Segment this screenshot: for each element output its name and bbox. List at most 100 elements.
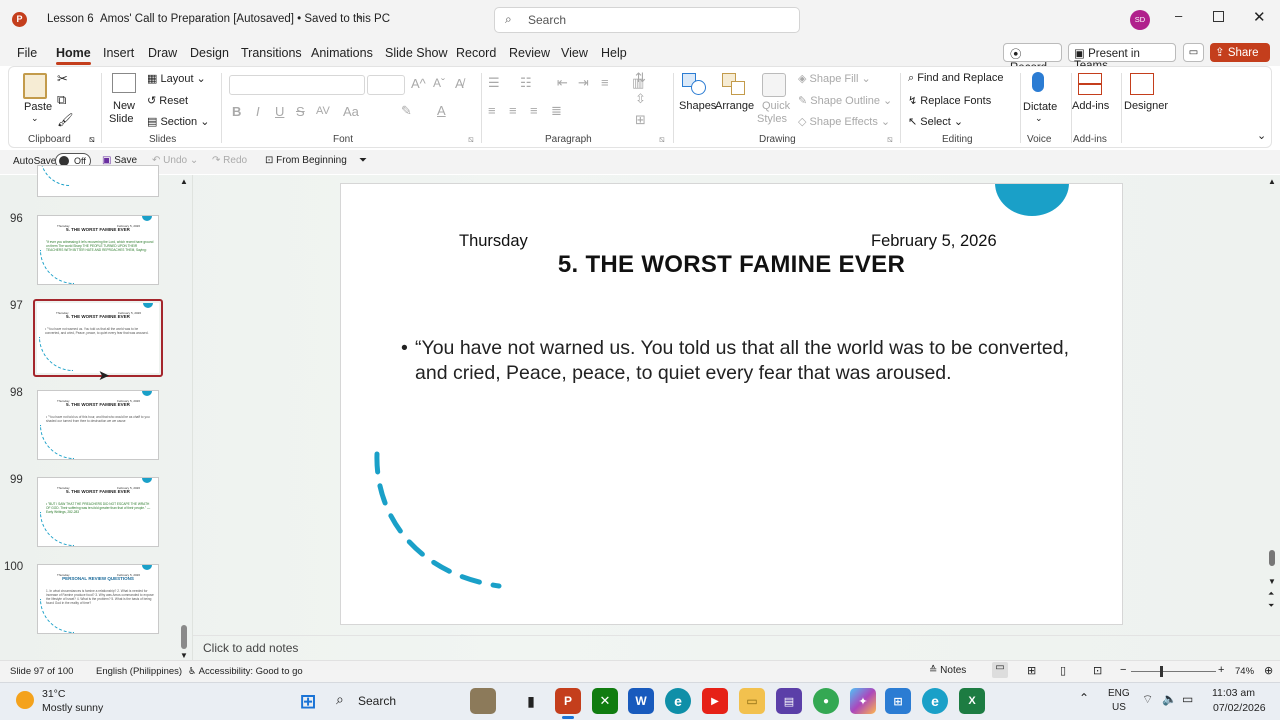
start-icon[interactable]: ⊞ <box>295 688 321 714</box>
file-title[interactable]: Amos' Call to Preparation [Autosaved] • … <box>100 13 390 25</box>
tab-draw[interactable]: Draw <box>148 46 177 60</box>
file-explorer-icon[interactable]: ▭ <box>739 688 765 714</box>
shrink-font-icon[interactable]: Aˇ <box>433 76 445 90</box>
dictate-chevron-icon[interactable]: ⌄ <box>1035 113 1043 124</box>
shapes-icon[interactable] <box>682 73 708 97</box>
slide-date[interactable]: February 5, 2026 <box>871 232 997 251</box>
title-chevron-icon[interactable]: ⌄ <box>356 11 364 22</box>
align-right-icon[interactable]: ≡ <box>530 103 538 118</box>
clock-date[interactable]: 07/02/2026 <box>1213 702 1266 714</box>
replace-fonts-button[interactable]: ↯ Replace Fonts <box>908 94 991 107</box>
zoom-slider[interactable] <box>1131 666 1216 677</box>
shapes-button[interactable]: Shapes <box>679 100 716 112</box>
smartart-icon[interactable]: ⊞ <box>635 112 646 128</box>
record-button[interactable]: ⦿ Record <box>1003 43 1062 74</box>
close-icon[interactable]: ✕ <box>1253 8 1266 26</box>
shape-effects-button[interactable]: ◇ Shape Effects ⌄ <box>798 115 890 128</box>
youtube-icon[interactable]: ▶ <box>702 688 728 714</box>
tab-animations[interactable]: Animations <box>311 46 373 60</box>
thumbnail-scrollbar[interactable]: ▲ ▼ <box>179 177 189 660</box>
pane-divider[interactable] <box>192 175 193 660</box>
slide-title[interactable]: 5. THE WORST FAMINE EVER <box>341 251 1122 279</box>
volume-icon[interactable]: 🔈 <box>1162 692 1177 706</box>
align-text-icon[interactable]: ⇳ <box>635 91 646 107</box>
character-spacing-button[interactable]: AV <box>316 105 330 117</box>
zoom-in-icon[interactable]: + <box>1218 664 1224 676</box>
store-icon[interactable]: ⊞ <box>885 688 911 714</box>
dictate-button[interactable]: Dictate <box>1023 101 1057 113</box>
layout-button[interactable]: ▦ Layout ⌄ <box>147 72 206 85</box>
tab-view[interactable]: View <box>561 46 588 60</box>
numbering-icon[interactable]: ☷ <box>520 75 532 91</box>
tab-file[interactable]: File <box>17 46 37 60</box>
tab-review[interactable]: Review <box>509 46 550 60</box>
drawing-launcher-icon[interactable]: ⧅ <box>887 134 893 145</box>
present-in-teams-button[interactable]: ▣ Present in Teams <box>1068 43 1176 72</box>
addins-icon[interactable] <box>1078 73 1102 95</box>
font-launcher-icon[interactable]: ⧅ <box>468 134 474 145</box>
designer-button[interactable]: Designer <box>1124 100 1168 112</box>
taskbar-search[interactable]: ⌕ Search <box>330 690 445 712</box>
align-left-icon[interactable]: ≡ <box>488 103 496 118</box>
bullets-icon[interactable]: ☰ <box>488 75 500 91</box>
powerpoint-taskbar-icon[interactable]: P <box>555 688 581 714</box>
clipboard-launcher-icon[interactable]: ⧅ <box>89 134 95 145</box>
share-button[interactable]: ⇪ Share ⌄ <box>1210 43 1270 73</box>
line-spacing-icon[interactable]: ≡ <box>601 75 609 90</box>
copilot-icon[interactable]: ✦ <box>850 688 876 714</box>
cut-icon[interactable]: ✂ <box>57 71 68 87</box>
notes-toggle[interactable]: ≙ Notes <box>929 665 966 676</box>
microphone-icon[interactable] <box>1032 72 1044 92</box>
slide-thumbnail-partial[interactable] <box>37 165 159 197</box>
task-view-icon[interactable]: ▮ <box>518 688 544 714</box>
tab-insert[interactable]: Insert <box>103 46 134 60</box>
section-button[interactable]: ▤ Section ⌄ <box>147 115 209 128</box>
quick-styles-button[interactable]: Quick <box>762 100 790 112</box>
justify-icon[interactable]: ≣ <box>551 103 562 119</box>
tab-home[interactable]: Home <box>56 46 91 65</box>
paste-icon[interactable] <box>23 73 47 99</box>
next-slide-icon[interactable]: ⏷ <box>1268 601 1274 611</box>
increase-indent-icon[interactable]: ⇥ <box>578 75 589 91</box>
fit-to-window-icon[interactable]: ⊕ <box>1264 664 1273 677</box>
search-box[interactable]: ⌕ Search <box>494 7 800 33</box>
clock-time[interactable]: 11:03 am <box>1212 687 1255 699</box>
tab-record[interactable]: Record <box>456 46 496 60</box>
slide-day[interactable]: Thursday <box>459 232 528 251</box>
clear-format-icon[interactable]: A̸ <box>455 76 464 91</box>
tray-chevron-icon[interactable]: ⌃ <box>1079 691 1089 705</box>
slide-canvas[interactable]: Thursday February 5, 2026 5. THE WORST F… <box>340 183 1123 625</box>
slide-thumbnail-100[interactable]: Thursday February 5, 2026 PERSONAL REVIEW… <box>37 564 159 634</box>
change-case-button[interactable]: Aa <box>343 104 359 119</box>
decrease-indent-icon[interactable]: ⇤ <box>557 75 568 91</box>
grow-font-icon[interactable]: A^ <box>411 76 426 91</box>
copy-icon[interactable]: ⧉ <box>57 92 66 108</box>
bold-button[interactable]: B <box>232 104 241 119</box>
word-icon[interactable]: W <box>628 688 654 714</box>
align-center-icon[interactable]: ≡ <box>509 103 517 118</box>
xbox-icon[interactable]: ✕ <box>592 688 618 714</box>
redo-button[interactable]: ↷ Redo <box>212 155 247 166</box>
slide-thumbnail-98[interactable]: Thursday February 5, 2026 5. THE WORST FA… <box>37 390 159 460</box>
paragraph-launcher-icon[interactable]: ⧅ <box>659 134 665 145</box>
zoom-slider-handle[interactable] <box>1160 666 1163 677</box>
slide-scroll-up-icon[interactable]: ▲ <box>1268 177 1276 186</box>
arrange-button[interactable]: Arrange <box>715 100 754 112</box>
slide-bullet-text[interactable]: • “You have not warned us. You told us t… <box>401 336 1081 386</box>
avatar[interactable]: SD <box>1130 10 1150 30</box>
scroll-down-icon[interactable]: ▼ <box>180 651 188 660</box>
maximize-icon[interactable] <box>1213 11 1224 22</box>
language-status[interactable]: English (Philippines) <box>96 666 182 677</box>
tab-slide-show[interactable]: Slide Show <box>385 46 448 60</box>
tab-design[interactable]: Design <box>190 46 229 60</box>
notes-app-icon[interactable]: ▤ <box>776 688 802 714</box>
slide-thumbnail-97[interactable]: Thursday February 5, 2026 5. THE WORST FA… <box>37 303 159 373</box>
shape-outline-button[interactable]: ✎ Shape Outline ⌄ <box>798 94 892 107</box>
tab-transitions[interactable]: Transitions <box>241 46 302 60</box>
accessibility-status[interactable]: ♿ Accessibility: Good to go <box>188 666 303 677</box>
text-direction-icon[interactable]: ⇅ <box>635 70 646 86</box>
customize-qat-icon[interactable]: ⏷ <box>359 155 367 166</box>
slide-scroll-down-icon[interactable]: ▼ <box>1268 577 1276 586</box>
chrome-icon[interactable]: ● <box>813 688 839 714</box>
slide-scroll-thumb[interactable] <box>1269 550 1275 566</box>
